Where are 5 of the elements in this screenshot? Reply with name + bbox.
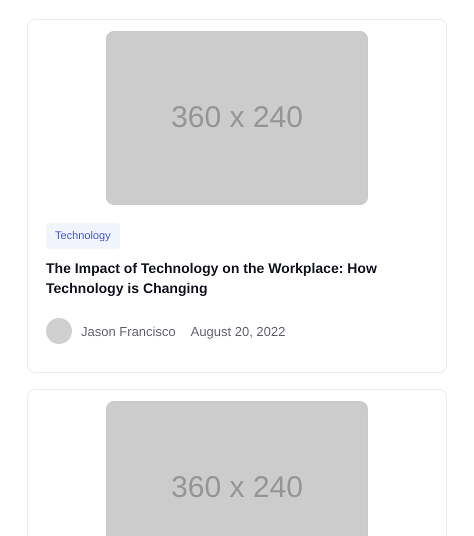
post-date: August 20, 2022 xyxy=(190,324,286,338)
category-tag[interactable]: Technology xyxy=(46,223,120,249)
author-name[interactable]: Jason Francisco xyxy=(81,324,176,338)
author-avatar xyxy=(46,318,72,344)
article-title[interactable]: The Impact of Technology on the Workplace: How Technology is Changing xyxy=(46,258,391,298)
